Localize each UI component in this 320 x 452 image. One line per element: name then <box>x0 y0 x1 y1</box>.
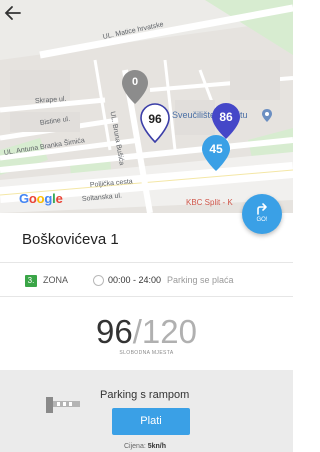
divider <box>0 296 293 297</box>
poi-hospital-label[interactable]: KBC Split - K <box>186 198 233 207</box>
pin-number: 0 <box>131 76 139 88</box>
pin-number: 45 <box>209 142 223 156</box>
free-spots-count: 96 <box>96 313 133 350</box>
clock-icon <box>93 275 104 286</box>
zone-badge: 3. <box>25 275 37 287</box>
parking-pin-selected[interactable]: 96 <box>140 103 170 143</box>
counter-separator: / <box>132 313 142 350</box>
divider <box>0 262 293 263</box>
free-spots-counter: 96/120 <box>0 313 293 351</box>
pay-button[interactable]: Plati <box>112 408 190 435</box>
price-info: Cijena: 5kn/h <box>124 443 167 450</box>
zone-label: ZONA <box>43 275 69 285</box>
working-hours: 00:00 - 24:00 <box>108 275 162 285</box>
google-logo: Google <box>19 191 63 206</box>
pin-number: 86 <box>219 110 233 124</box>
parking-pin-blue-light[interactable]: 45 <box>202 135 230 171</box>
payment-note: Parking se plaća <box>167 275 234 285</box>
go-button-label: GO! <box>256 217 268 223</box>
parking-pin-blue-dark[interactable]: 86 <box>212 103 240 139</box>
barrier-gate-icon <box>46 397 80 413</box>
pin-number: 96 <box>148 112 162 126</box>
go-button[interactable]: GO! <box>242 194 282 234</box>
location-title: Boškovićeva 1 <box>22 231 119 248</box>
map-view[interactable]: UL. Matice hrvatske Skrape ul. Bistine u… <box>0 0 293 213</box>
parking-pin-gray[interactable]: 0 <box>122 70 148 104</box>
parking-type: Parking s rampom <box>100 389 190 401</box>
university-marker-icon[interactable] <box>262 109 272 122</box>
turn-right-icon <box>257 203 267 215</box>
back-arrow-icon[interactable] <box>0 0 26 26</box>
free-spots-label: SLOBODNA MJESTA <box>119 350 174 356</box>
total-spots-count: 120 <box>141 313 197 350</box>
app-frame: UL. Matice hrvatske Skrape ul. Bistine u… <box>0 0 293 452</box>
